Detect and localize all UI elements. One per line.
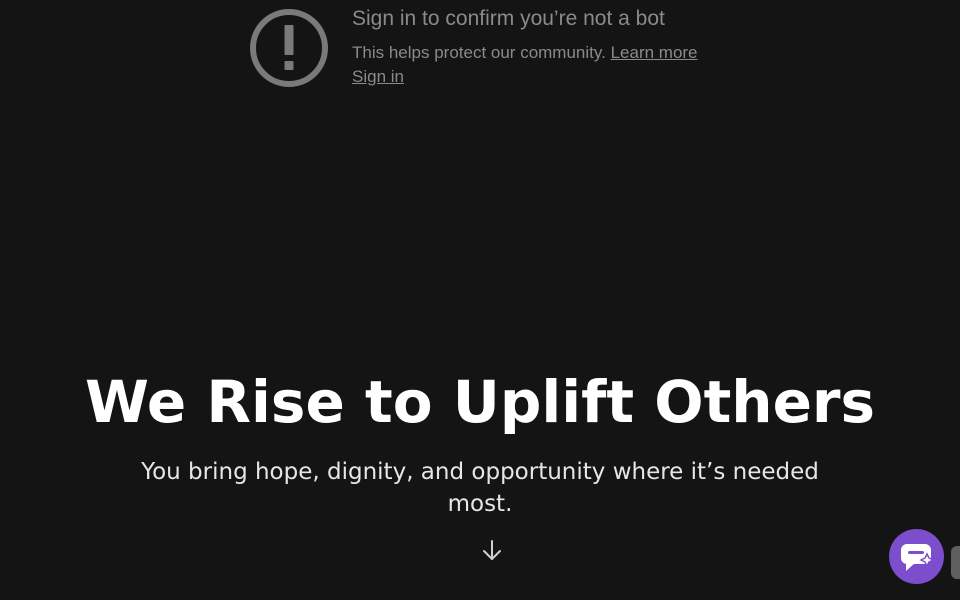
notice-title: Sign in to confirm you’re not a bot: [352, 7, 665, 30]
chat-icon: [901, 544, 934, 571]
bot-check-notice: Sign in to confirm you’re not a bot This…: [248, 7, 768, 91]
notice-message: This helps protect our community.: [352, 43, 606, 62]
page: Sign in to confirm you’re not a bot This…: [0, 0, 960, 600]
hero-subtitle: You bring hope, dignity, and opportunity…: [141, 459, 819, 517]
sign-in-link[interactable]: Sign in: [352, 67, 404, 86]
hero-title: We Rise to Uplift Others: [84, 368, 876, 436]
notice-body: This helps protect our community. Learn …: [352, 41, 698, 65]
arrow-down-icon[interactable]: [481, 539, 503, 563]
sign-in-row: Sign in: [352, 65, 698, 89]
exclamation-circle-icon: [248, 7, 330, 89]
learn-more-link[interactable]: Learn more: [611, 43, 698, 62]
chat-button[interactable]: [889, 529, 944, 584]
notice-text-block: Sign in to confirm you’re not a bot This…: [352, 7, 698, 89]
side-feedback-tab[interactable]: [951, 546, 960, 579]
